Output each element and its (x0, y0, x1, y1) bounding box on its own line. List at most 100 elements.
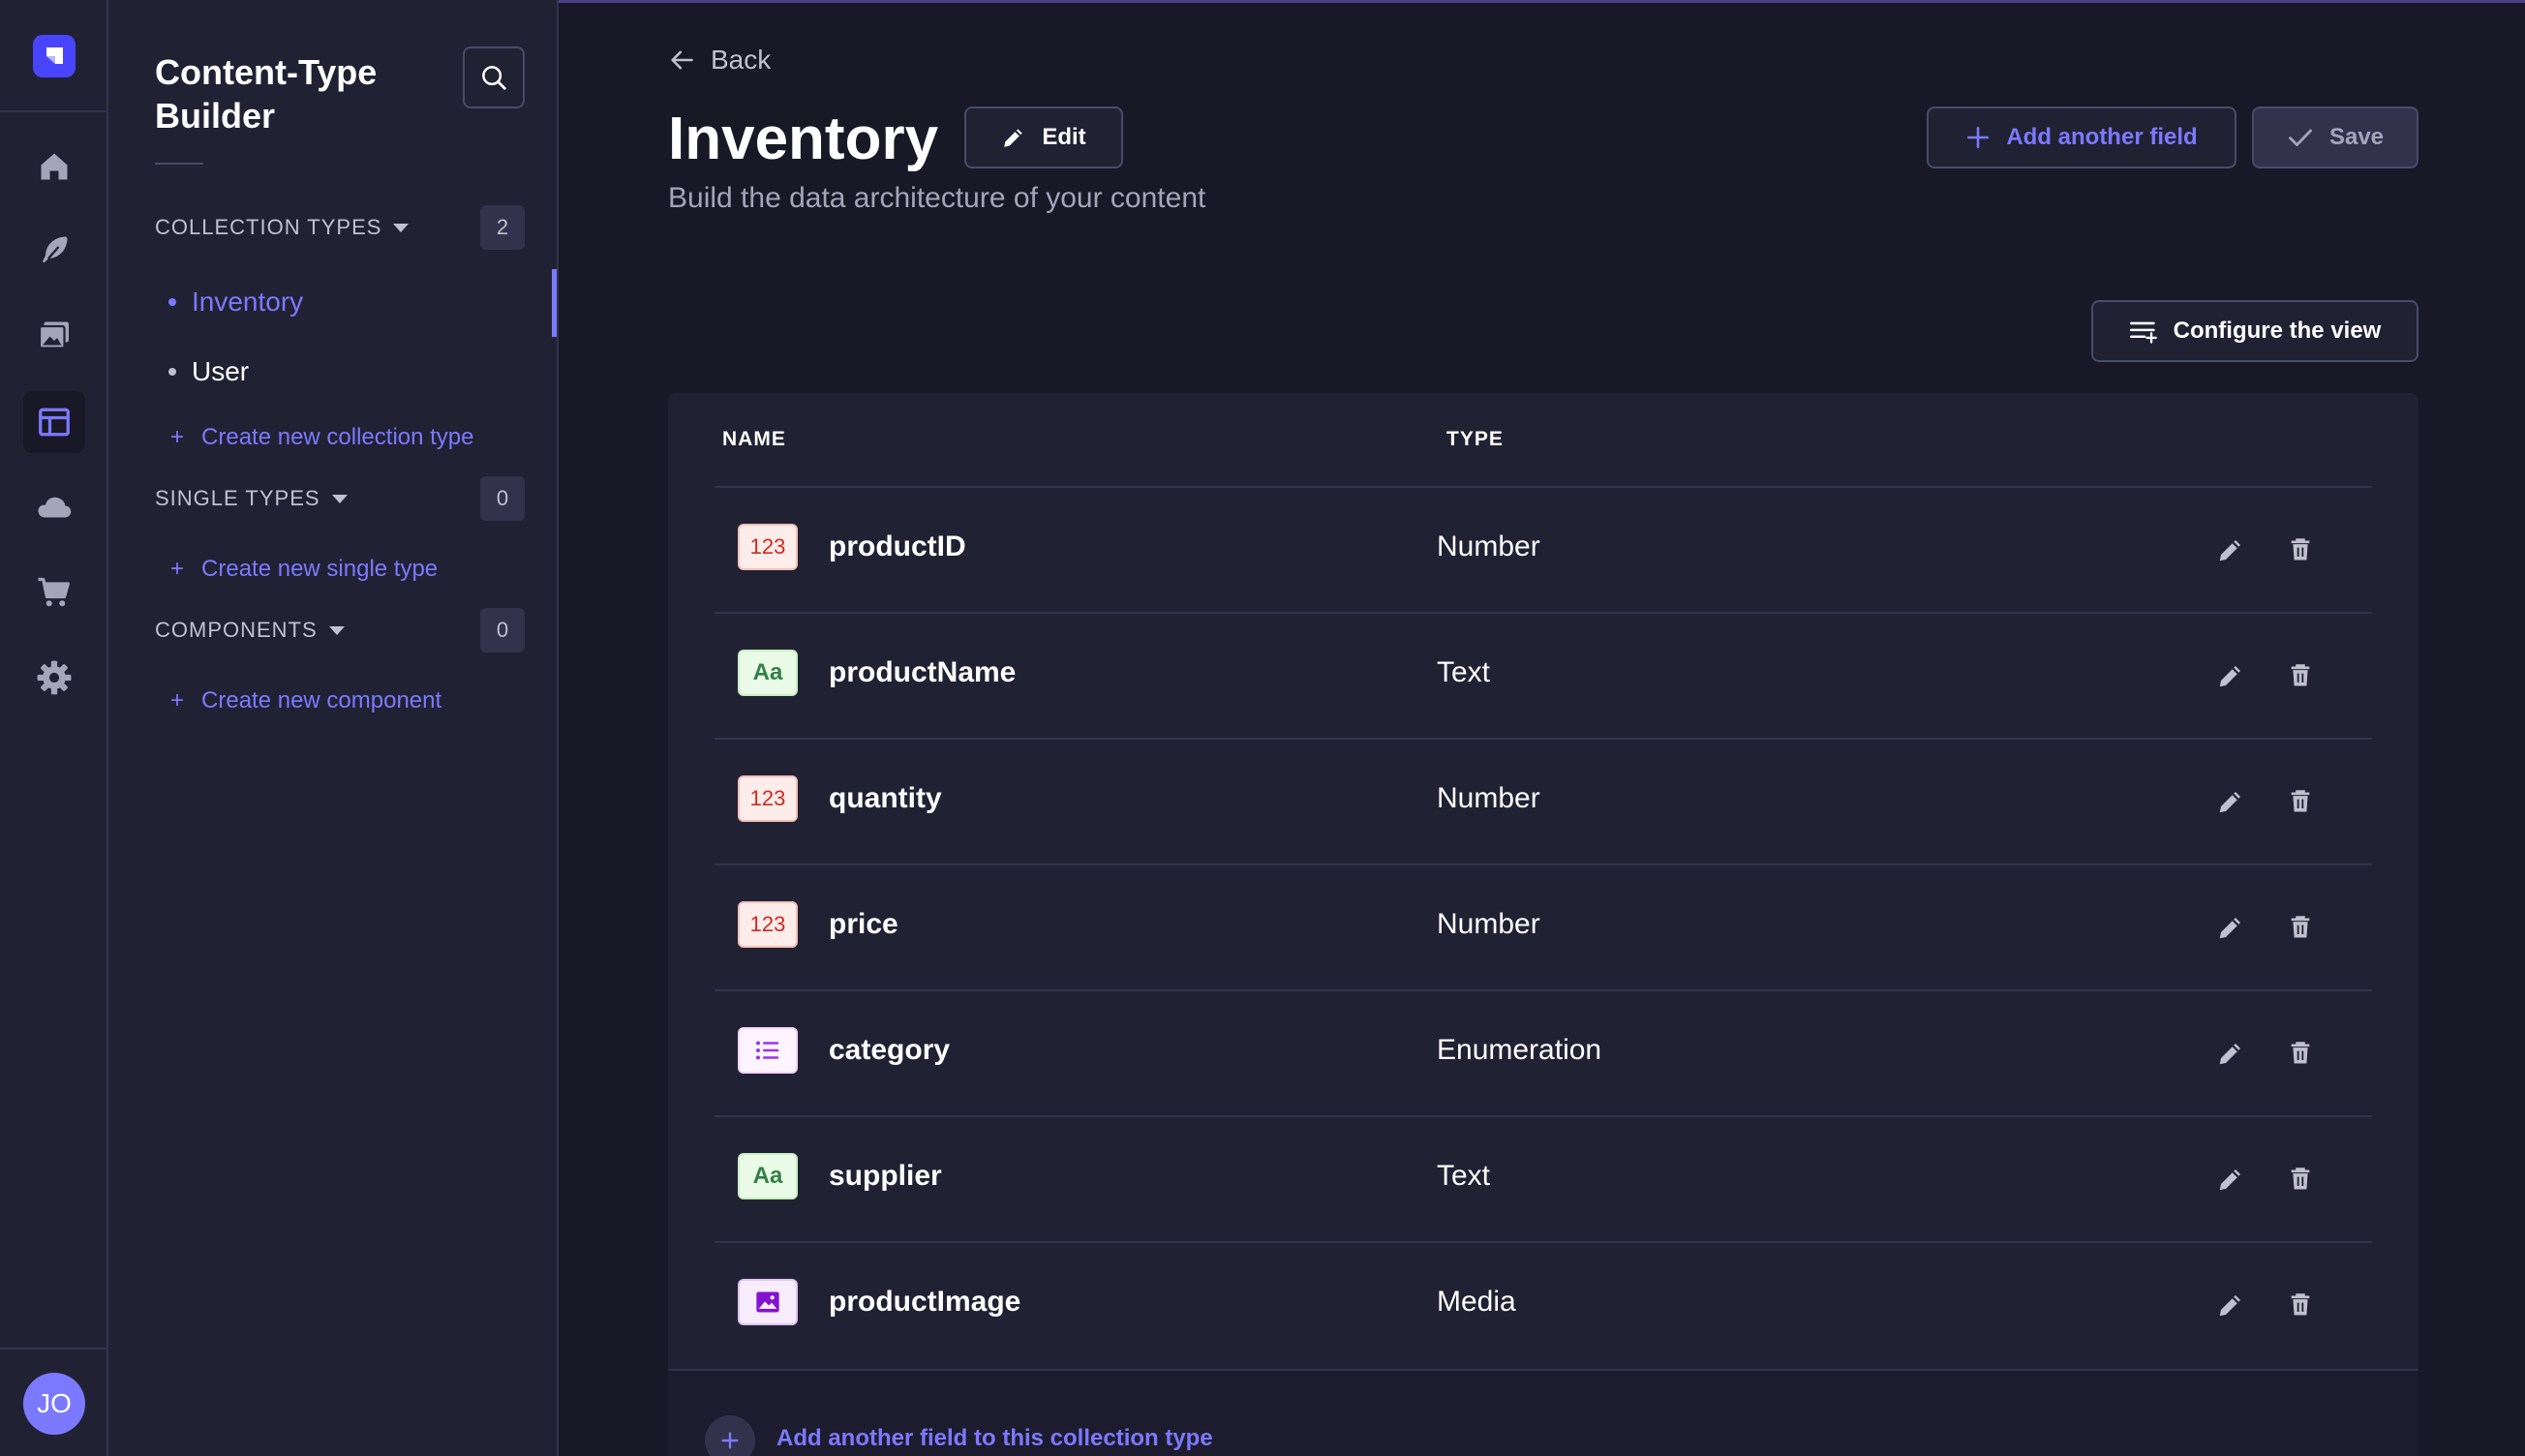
section-label: COLLECTION TYPES (155, 215, 382, 239)
content-type-sidebar: Content-Type Builder COLLECTION TYPES 2 … (108, 0, 559, 1456)
cart-icon[interactable] (23, 561, 85, 623)
trash-icon[interactable] (2283, 1036, 2318, 1071)
search-icon (482, 66, 506, 90)
field-name: category (829, 1034, 951, 1066)
plus-circle-icon[interactable] (705, 1415, 755, 1456)
media-library-icon[interactable] (23, 304, 85, 366)
main-nav-rail: JO (0, 0, 108, 1456)
collection-types-count: 2 (480, 205, 525, 250)
add-field-footer[interactable]: Add another field to this collection typ… (668, 1369, 2419, 1456)
search-button[interactable] (463, 46, 525, 108)
page-subtitle: Build the data architecture of your cont… (668, 182, 1206, 214)
add-field-footer-label[interactable]: Add another field to this collection typ… (776, 1425, 1213, 1452)
section-label: SINGLE TYPES (155, 486, 320, 510)
check-icon (2289, 129, 2312, 146)
components-count: 0 (480, 608, 525, 652)
components-header[interactable]: COMPONENTS 0 (155, 608, 525, 652)
active-item-indicator (552, 269, 557, 337)
feather-icon[interactable] (23, 219, 85, 281)
field-name: price (829, 908, 898, 940)
number-type-icon: 123 (738, 901, 798, 948)
create-single-type-label: Create new single type (201, 556, 439, 582)
strapi-logo-icon[interactable] (33, 35, 76, 77)
sidebar-item-inventory[interactable]: Inventory (168, 283, 303, 321)
pencil-icon (1004, 129, 1022, 147)
field-name: productName (829, 656, 1017, 688)
plus-icon: + (170, 556, 185, 582)
enumeration-type-icon (738, 1027, 798, 1074)
fields-list: 123 productID Number Aa productName Text… (715, 486, 2372, 1367)
field-type: Text (1437, 1160, 1491, 1192)
collection-types-header[interactable]: COLLECTION TYPES 2 (155, 205, 525, 250)
table-row: category Enumeration (715, 989, 2372, 1115)
configure-view-button[interactable]: Configure the view (2091, 300, 2419, 362)
avatar[interactable]: JO (23, 1373, 85, 1435)
rail-divider (0, 1348, 106, 1350)
plus-icon (1967, 126, 1990, 149)
arrow-left-icon (671, 50, 693, 70)
gear-icon[interactable] (23, 647, 85, 709)
edit-button[interactable]: Edit (964, 106, 1123, 168)
save-button[interactable]: Save (2252, 106, 2419, 168)
trash-icon[interactable] (2283, 1288, 2318, 1322)
sidebar-item-label: User (192, 356, 250, 386)
create-collection-type-label: Create new collection type (201, 424, 474, 450)
trash-icon[interactable] (2283, 658, 2318, 693)
pencil-icon[interactable] (2213, 1036, 2248, 1071)
add-another-field-label: Add another field (2006, 124, 2198, 150)
caret-down-icon (393, 223, 410, 232)
pencil-icon[interactable] (2213, 1162, 2248, 1197)
plus-icon: + (170, 424, 185, 450)
text-type-icon: Aa (738, 1153, 798, 1199)
edit-label: Edit (1042, 124, 1086, 150)
cloud-icon[interactable] (23, 476, 85, 538)
sidebar-divider (155, 163, 203, 165)
trash-icon[interactable] (2283, 910, 2318, 945)
save-label: Save (2328, 124, 2385, 150)
sidebar-title: Content-Type Builder (155, 52, 378, 136)
sidebar-item-label: Inventory (192, 287, 304, 317)
configure-view-label: Configure the view (2173, 318, 2382, 344)
content-type-builder-icon[interactable] (23, 391, 85, 453)
field-name: quantity (829, 782, 942, 814)
create-component-link[interactable]: + Create new component (170, 683, 441, 718)
table-row: Aa supplier Text (715, 1115, 2372, 1241)
page-title: Inventory (668, 106, 939, 172)
pencil-icon[interactable] (2213, 658, 2248, 693)
table-row: 123 quantity Number (715, 738, 2372, 864)
sidebar-item-user[interactable]: User (168, 352, 249, 391)
media-type-icon (738, 1279, 798, 1325)
single-types-count: 0 (480, 476, 525, 521)
trash-icon[interactable] (2283, 784, 2318, 819)
bullet-icon (168, 298, 176, 306)
home-icon[interactable] (23, 136, 85, 197)
pencil-icon[interactable] (2213, 532, 2248, 567)
pencil-icon[interactable] (2213, 784, 2248, 819)
column-header-name: NAME (722, 428, 786, 450)
field-type: Text (1437, 656, 1491, 688)
pencil-icon[interactable] (2213, 910, 2248, 945)
add-another-field-button[interactable]: Add another field (1927, 106, 2236, 168)
field-type: Number (1437, 531, 1540, 562)
column-header-type: TYPE (1446, 428, 1504, 450)
caret-down-icon (331, 494, 348, 503)
field-type: Enumeration (1437, 1034, 1602, 1066)
table-row: productImage Media (715, 1241, 2372, 1367)
trash-icon[interactable] (2283, 1162, 2318, 1197)
create-collection-type-link[interactable]: + Create new collection type (170, 420, 474, 455)
table-row: 123 price Number (715, 864, 2372, 989)
create-single-type-link[interactable]: + Create new single type (170, 552, 438, 587)
bullet-icon (168, 368, 176, 376)
field-type: Media (1437, 1286, 1516, 1318)
trash-icon[interactable] (2283, 532, 2318, 567)
single-types-header[interactable]: SINGLE TYPES 0 (155, 476, 525, 521)
table-row: 123 productID Number (715, 486, 2372, 612)
pencil-icon[interactable] (2213, 1288, 2248, 1322)
create-component-label: Create new component (201, 687, 442, 713)
field-name: productImage (829, 1286, 1021, 1318)
plus-icon: + (170, 687, 185, 713)
field-type: Number (1437, 908, 1540, 940)
number-type-icon: 123 (738, 524, 798, 570)
list-settings-icon (2129, 321, 2157, 344)
back-link[interactable]: Back (668, 41, 771, 79)
